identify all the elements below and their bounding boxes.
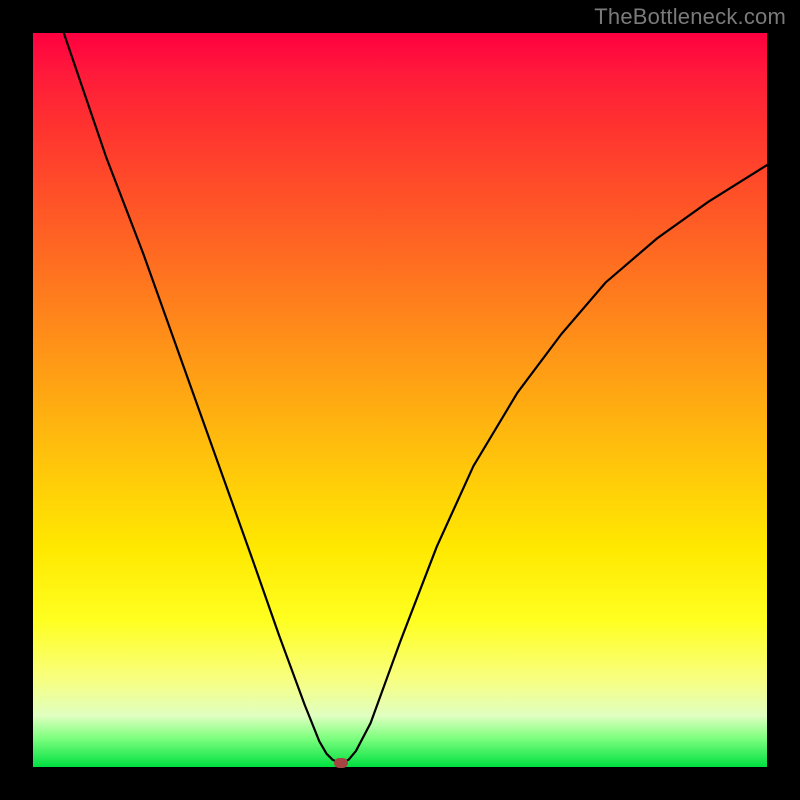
plot-background-gradient [33,33,767,767]
chart-frame: TheBottleneck.com [0,0,800,800]
watermark-text: TheBottleneck.com [594,4,786,30]
